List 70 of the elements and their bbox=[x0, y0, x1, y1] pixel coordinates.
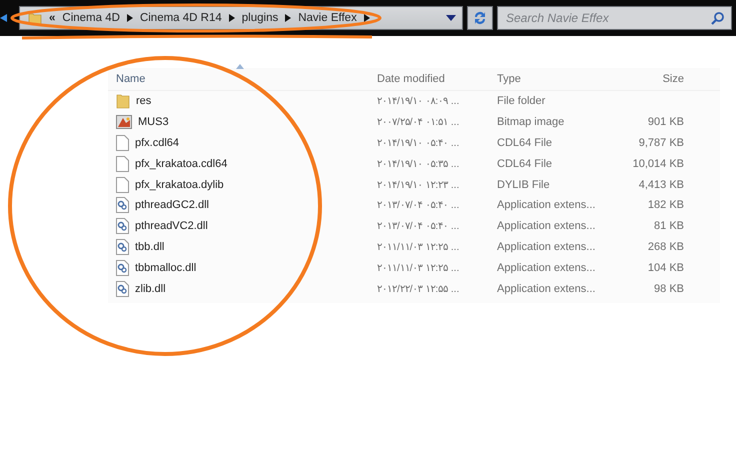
type-cell: Application extens... bbox=[497, 262, 596, 274]
file-name[interactable]: MUS3 bbox=[138, 116, 169, 128]
date-cell: ۲۰۱۴/۱۹/۱۰ ۰۵:۳۵ ... bbox=[377, 158, 460, 170]
gear-file-icon bbox=[116, 218, 129, 234]
size-cell: 98 KB bbox=[654, 282, 684, 295]
folder-icon bbox=[28, 11, 42, 25]
file-name[interactable]: tbbmalloc.dll bbox=[135, 262, 196, 274]
type-cell: Application extens... bbox=[497, 220, 596, 232]
type-cell: Application extens... bbox=[497, 240, 596, 253]
size-cell: 81 KB bbox=[654, 220, 684, 232]
chevron-icon[interactable] bbox=[228, 14, 235, 22]
date-cell: ۲۰۱۳/۰۷/۰۴ ۰۵:۴۰ ... bbox=[377, 200, 460, 212]
search-field[interactable]: Search Navie Effex bbox=[497, 6, 732, 30]
date-cell: ۲۰۱۴/۱۹/۱۰ ۰۸:۰۹ ... bbox=[377, 96, 460, 108]
folder-icon bbox=[116, 93, 130, 110]
file-name[interactable]: pfx.cdl64 bbox=[135, 136, 180, 149]
file-name[interactable]: zlib.dll bbox=[135, 282, 166, 295]
refresh-button[interactable] bbox=[467, 6, 493, 30]
image-icon bbox=[116, 115, 132, 130]
gear-file-icon bbox=[116, 197, 129, 214]
type-cell: CDL64 File bbox=[497, 136, 552, 149]
size-cell: 268 KB bbox=[648, 240, 684, 253]
breadcrumb[interactable]: Cinema 4D bbox=[62, 12, 120, 24]
column-header[interactable]: Name bbox=[108, 73, 368, 85]
file-name[interactable]: res bbox=[136, 95, 152, 108]
type-cell: Application extens... bbox=[497, 282, 596, 295]
refresh-icon[interactable] bbox=[472, 10, 488, 26]
breadcrumb[interactable]: plugins bbox=[242, 12, 278, 24]
date-cell: ۲۰۱۱/۱۱/۰۳ ۱۲:۲۵ ... bbox=[377, 242, 460, 253]
type-cell: CDL64 File bbox=[497, 158, 552, 170]
size-cell: 104 KB bbox=[648, 262, 684, 274]
column-header[interactable]: Type bbox=[488, 73, 608, 85]
size-cell: 4,413 KB bbox=[638, 178, 684, 191]
chevron-icon[interactable] bbox=[126, 14, 133, 22]
type-cell: Application extens... bbox=[497, 199, 596, 212]
search-icon[interactable] bbox=[711, 11, 725, 25]
back-arrow-icon[interactable] bbox=[0, 14, 7, 22]
file-name[interactable]: pfx_krakatoa.cdl64 bbox=[135, 158, 228, 170]
chevron-icon[interactable] bbox=[364, 14, 370, 22]
file-icon bbox=[116, 156, 129, 172]
file-icon bbox=[116, 176, 129, 193]
gear-file-icon bbox=[116, 260, 129, 276]
file-icon bbox=[116, 134, 129, 151]
file-name[interactable]: pthreadGC2.dll bbox=[135, 199, 209, 212]
dropdown-arrow-icon[interactable] bbox=[446, 15, 456, 21]
date-cell: ۲۰۰۷/۲۵/۰۴ ۰۱:۵۱ ... bbox=[377, 117, 460, 128]
column-header[interactable]: Size bbox=[608, 73, 684, 85]
date-cell: ۲۰۱۴/۱۹/۱۰ ۰۵:۴۰ ... bbox=[377, 138, 460, 149]
type-cell: Bitmap image bbox=[497, 116, 564, 128]
size-cell: 182 KB bbox=[648, 199, 684, 212]
size-cell: 901 KB bbox=[648, 116, 684, 128]
date-cell: ۲۰۱۳/۰۷/۰۴ ۰۵:۴۰ ... bbox=[377, 221, 460, 232]
gear-file-icon bbox=[116, 238, 129, 255]
date-cell: ۲۰۱۴/۱۹/۱۰ ۱۲:۲۳ ... bbox=[377, 180, 460, 191]
date-cell: ۲۰۱۱/۱۱/۰۳ ۱۲:۲۵ ... bbox=[377, 262, 460, 274]
breadcrumb[interactable]: Navie Effex bbox=[298, 12, 357, 24]
sort-arrow-icon bbox=[236, 64, 244, 69]
size-cell: 10,014 KB bbox=[632, 158, 684, 170]
chevron-icon[interactable] bbox=[285, 14, 292, 22]
file-name[interactable]: pfx_krakatoa.dylib bbox=[135, 178, 224, 191]
column-header[interactable]: Date modified bbox=[368, 73, 488, 85]
date-cell: ۲۰۱۲/۲۲/۰۳ ۱۲:۵۵ ... bbox=[377, 284, 460, 295]
gear-file-icon bbox=[116, 280, 129, 297]
type-cell: File folder bbox=[497, 95, 546, 108]
size-cell: 9,787 KB bbox=[638, 136, 684, 149]
breadcrumb[interactable]: Cinema 4D R14 bbox=[140, 12, 222, 24]
file-name[interactable]: pthreadVC2.dll bbox=[135, 220, 208, 232]
file-name[interactable]: tbb.dll bbox=[135, 240, 164, 253]
type-cell: DYLIB File bbox=[497, 178, 550, 191]
overflow-chevron[interactable]: « bbox=[49, 12, 56, 24]
